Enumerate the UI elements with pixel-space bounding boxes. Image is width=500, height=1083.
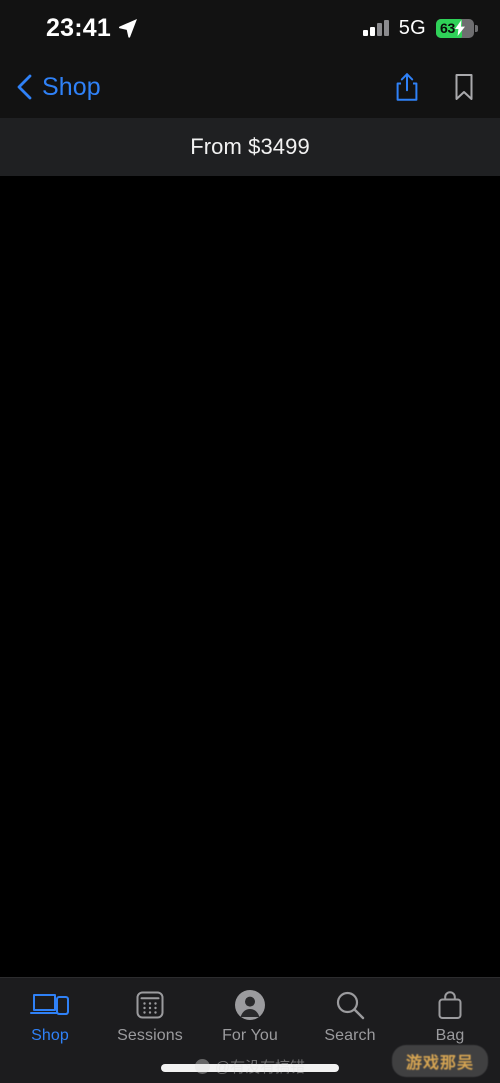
magnifier-icon bbox=[334, 988, 366, 1022]
status-clock: 23:41 bbox=[46, 13, 111, 42]
share-icon[interactable] bbox=[394, 71, 420, 103]
devices-icon bbox=[29, 988, 71, 1022]
tab-sessions[interactable]: Sessions bbox=[100, 988, 200, 1045]
tab-label: Sessions bbox=[117, 1027, 183, 1044]
shopping-bag-icon bbox=[435, 988, 465, 1022]
tab-label: Shop bbox=[31, 1027, 69, 1044]
home-indicator[interactable] bbox=[161, 1064, 339, 1072]
price-summary-label: From $3499 bbox=[190, 134, 310, 159]
tab-label: Search bbox=[324, 1027, 376, 1044]
price-summary-bar: From $3499 bbox=[0, 118, 500, 176]
network-type-label: 5G bbox=[398, 16, 426, 39]
back-button[interactable]: Shop bbox=[12, 71, 101, 103]
status-bar: 23:41 5G 63 bbox=[0, 0, 500, 56]
nav-actions bbox=[394, 71, 476, 103]
cellular-signal-icon bbox=[363, 20, 389, 36]
location-arrow-icon bbox=[118, 19, 137, 38]
corner-badge: 游戏那吴 bbox=[391, 1045, 488, 1077]
tab-label: Bag bbox=[435, 1027, 465, 1044]
navigation-bar: Shop bbox=[0, 56, 500, 118]
tab-search[interactable]: Search bbox=[300, 988, 400, 1045]
bookmark-icon[interactable] bbox=[452, 71, 476, 103]
battery-percent-label: 63 bbox=[440, 20, 455, 36]
tab-shop[interactable]: Shop bbox=[0, 988, 100, 1045]
status-bar-right: 5G 63 bbox=[363, 16, 478, 40]
chevron-left-icon bbox=[17, 74, 32, 100]
phone-screen: 23:41 5G 63 Shop From $3499 Shop Session… bbox=[0, 0, 500, 1083]
battery-icon: 63 bbox=[436, 18, 478, 38]
status-bar-left: 23:41 bbox=[46, 14, 138, 43]
charging-bolt-icon bbox=[454, 20, 465, 36]
calendar-icon bbox=[135, 988, 165, 1022]
tab-bag[interactable]: Bag bbox=[400, 988, 500, 1045]
tab-label: For You bbox=[222, 1027, 278, 1044]
person-circle-icon bbox=[234, 988, 266, 1022]
back-button-label: Shop bbox=[42, 72, 101, 101]
tab-for-you[interactable]: For You bbox=[200, 988, 300, 1045]
